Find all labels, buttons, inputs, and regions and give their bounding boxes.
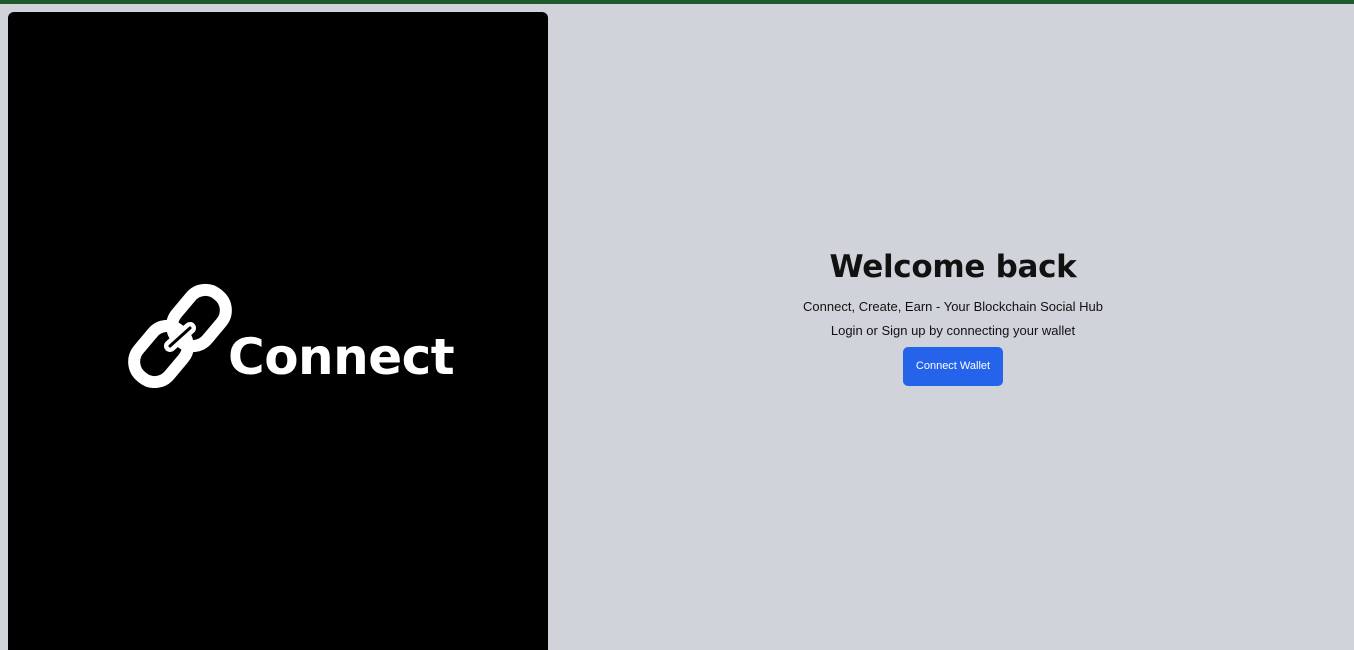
brand-panel: Connect bbox=[8, 12, 548, 650]
connect-wallet-button[interactable]: Connect Wallet bbox=[902, 346, 1003, 386]
chain-link-icon bbox=[124, 276, 236, 388]
auth-content: Welcome back Connect, Create, Earn - You… bbox=[803, 249, 1103, 386]
instruction-text: Login or Sign up by connecting your wall… bbox=[830, 322, 1076, 338]
brand-logo: Connect bbox=[124, 276, 455, 388]
page-title: Welcome back bbox=[829, 248, 1077, 285]
tagline-text: Connect, Create, Earn - Your Blockchain … bbox=[803, 298, 1103, 314]
brand-name: Connect bbox=[228, 328, 455, 386]
auth-panel: Welcome back Connect, Create, Earn - You… bbox=[552, 4, 1354, 650]
